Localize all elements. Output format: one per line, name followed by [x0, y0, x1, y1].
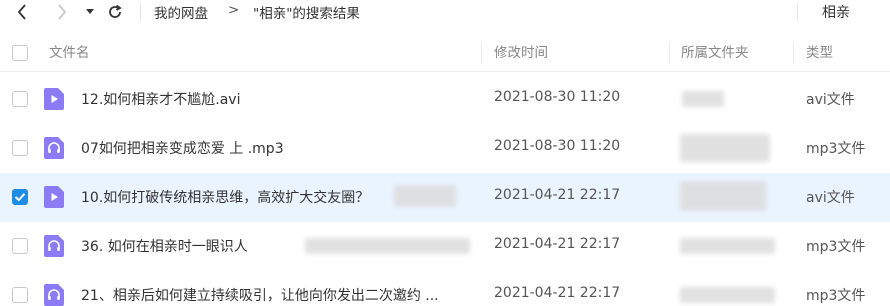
file-row[interactable]: 36. 如何在相亲时一眼识人 2021-04-21 22:17 mp3文件: [0, 222, 890, 271]
file-type: mp3文件: [806, 141, 866, 157]
file-name[interactable]: 10.如何打破传统相亲思维，高效扩大交友圈？: [81, 187, 369, 207]
file-type: mp3文件: [806, 239, 866, 255]
redacted-folder: [680, 181, 766, 211]
file-type: avi文件: [806, 92, 855, 108]
video-file-icon: [44, 88, 64, 110]
row-checkbox[interactable]: [12, 189, 28, 205]
breadcrumb-current: "相亲"的搜索结果: [253, 6, 360, 22]
audio-file-icon: [44, 137, 64, 159]
file-name[interactable]: 07如何把相亲变成恋爱 上 .mp3: [81, 138, 284, 158]
row-checkbox[interactable]: [12, 287, 28, 303]
column-header-type[interactable]: 类型: [806, 34, 833, 72]
modified-time: 2021-08-30 11:20: [494, 138, 621, 154]
search-input[interactable]: 相亲: [800, 0, 890, 24]
breadcrumb-separator: >: [228, 2, 240, 18]
redacted-folder: [682, 91, 724, 107]
refresh-button[interactable]: [104, 0, 126, 24]
column-divider: [669, 42, 670, 64]
modified-time: 2021-04-21 22:17: [494, 236, 621, 252]
modified-time: 2021-08-30 11:20: [494, 89, 621, 105]
redacted-text: [305, 238, 470, 254]
modified-time: 2021-04-21 22:17: [494, 187, 621, 203]
modified-time: 2021-04-21 22:17: [494, 285, 621, 301]
file-row[interactable]: 07如何把相亲变成恋爱 上 .mp3 2021-08-30 11:20 mp3文…: [0, 124, 890, 173]
file-type: mp3文件: [806, 288, 866, 304]
toolbar-divider: [140, 3, 141, 21]
column-header-folder[interactable]: 所属文件夹: [681, 34, 749, 72]
toolbar: 我的网盘 > "相亲"的搜索结果 相亲: [0, 0, 890, 26]
file-row[interactable]: 10.如何打破传统相亲思维，高效扩大交友圈？ 2021-04-21 22:17 …: [0, 173, 890, 222]
redacted-folder: [680, 134, 770, 162]
column-divider: [793, 42, 794, 64]
file-name[interactable]: 12.如何相亲才不尴尬.avi: [81, 89, 240, 109]
redacted-folder: [680, 238, 775, 254]
file-list-header: 文件名 修改时间 所属文件夹 类型: [0, 34, 890, 72]
row-checkbox[interactable]: [12, 238, 28, 254]
refresh-icon: [109, 4, 122, 18]
row-checkbox[interactable]: [12, 91, 28, 107]
video-file-icon: [44, 186, 64, 208]
row-checkbox[interactable]: [12, 140, 28, 156]
search-divider: [797, 3, 798, 21]
forward-button[interactable]: [50, 0, 74, 24]
history-dropdown-button[interactable]: [82, 0, 98, 24]
audio-file-icon: [44, 235, 64, 257]
breadcrumb-root[interactable]: 我的网盘: [154, 2, 208, 22]
column-header-modified[interactable]: 修改时间: [494, 34, 548, 72]
column-divider: [481, 42, 482, 64]
back-button[interactable]: [10, 0, 34, 24]
file-name[interactable]: 36. 如何在相亲时一眼识人: [81, 236, 248, 256]
chevron-right-icon: [58, 4, 67, 20]
check-icon: [14, 193, 26, 202]
caret-down-icon: [86, 9, 94, 14]
redacted-text: [394, 185, 456, 207]
select-all-checkbox[interactable]: [12, 45, 28, 61]
chevron-left-icon: [17, 4, 26, 20]
file-row[interactable]: 12.如何相亲才不尴尬.avi 2021-08-30 11:20 avi文件: [0, 75, 890, 124]
audio-file-icon: [44, 284, 64, 306]
file-type: avi文件: [806, 190, 855, 206]
redacted-folder: [680, 287, 775, 303]
file-row[interactable]: 21、相亲后如何建立持续吸引，让他向你发出二次邀约 ... 2021-04-21…: [0, 271, 890, 306]
file-name[interactable]: 21、相亲后如何建立持续吸引，让他向你发出二次邀约 ...: [81, 285, 439, 305]
column-header-name[interactable]: 文件名: [49, 34, 90, 72]
